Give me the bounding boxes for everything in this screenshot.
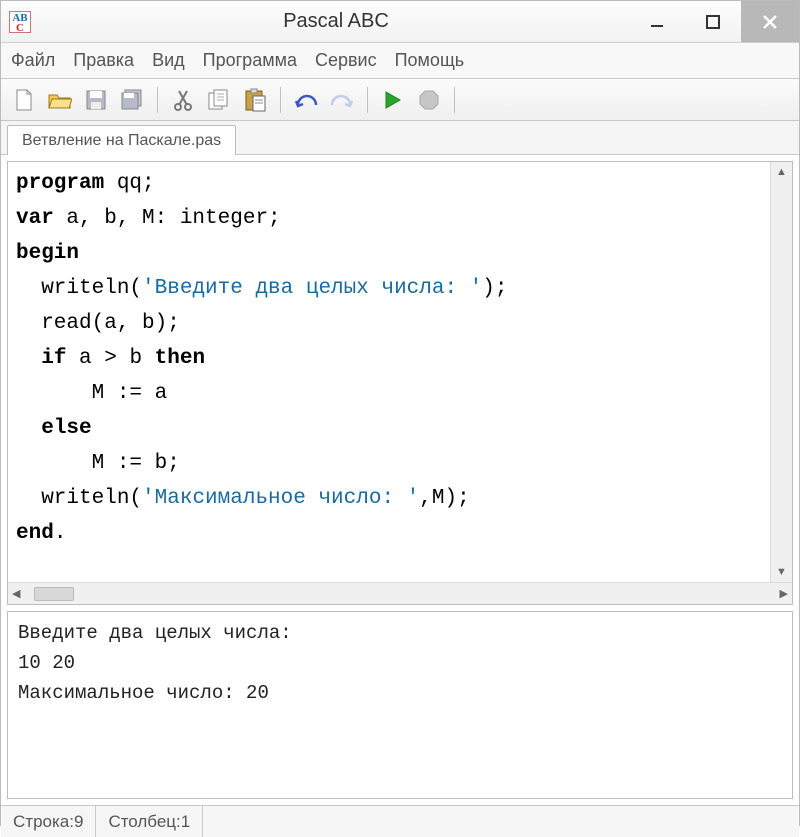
status-col: Столбец: 1 xyxy=(96,806,203,837)
titlebar: ABC Pascal ABC xyxy=(1,1,799,43)
code-token: qq; xyxy=(104,172,154,195)
stop-button[interactable] xyxy=(416,87,442,113)
menu-file[interactable]: Файл xyxy=(11,50,55,71)
menu-service[interactable]: Сервис xyxy=(315,50,377,71)
open-file-button[interactable] xyxy=(47,87,73,113)
code-token: a, b, M: integer; xyxy=(54,207,281,230)
tab-file-0[interactable]: Ветвление на Паскале.pas xyxy=(7,125,236,155)
status-col-value: 1 xyxy=(181,812,190,832)
menubar: Файл Правка Вид Программа Сервис Помощь xyxy=(1,43,799,79)
separator xyxy=(280,87,281,113)
code-token: M := b; xyxy=(16,452,180,475)
scroll-right-icon[interactable]: ▶ xyxy=(780,587,788,600)
code-token xyxy=(16,347,41,370)
output-line: Максимальное число: 20 xyxy=(18,682,269,704)
code-token: read(a, b); xyxy=(16,312,180,335)
cut-button[interactable] xyxy=(170,87,196,113)
code-token: M := a xyxy=(16,382,167,405)
redo-button[interactable] xyxy=(329,87,355,113)
menu-help[interactable]: Помощь xyxy=(395,50,465,71)
code-token: a > b xyxy=(66,347,154,370)
status-bar: Строка: 9 Столбец: 1 xyxy=(1,805,799,837)
code-token: ,M); xyxy=(419,487,469,510)
editor-pane: program qq; var a, b, M: integer; begin … xyxy=(7,161,793,605)
code-token: program xyxy=(16,172,104,195)
undo-button[interactable] xyxy=(293,87,319,113)
scroll-down-icon[interactable]: ▼ xyxy=(771,562,792,582)
separator xyxy=(157,87,158,113)
separator xyxy=(454,87,455,113)
paste-button[interactable] xyxy=(242,87,268,113)
status-row: Строка: 9 xyxy=(1,806,96,837)
separator xyxy=(367,87,368,113)
run-button[interactable] xyxy=(380,87,406,113)
code-token: var xyxy=(16,207,54,230)
horizontal-scrollbar[interactable]: ◀ ▶ xyxy=(8,582,792,604)
minimize-button[interactable] xyxy=(629,1,685,42)
code-token xyxy=(16,417,41,440)
copy-button[interactable] xyxy=(206,87,232,113)
code-token: else xyxy=(41,417,91,440)
vertical-scrollbar[interactable]: ▲ ▼ xyxy=(770,162,792,582)
code-string: 'Максимальное число: ' xyxy=(142,487,419,510)
maximize-button[interactable] xyxy=(685,1,741,42)
output-line: Введите два целых числа: xyxy=(18,622,292,644)
code-token: writeln( xyxy=(16,277,142,300)
window-buttons xyxy=(629,1,799,42)
menu-program[interactable]: Программа xyxy=(203,50,297,71)
status-col-label: Столбец: xyxy=(108,812,180,832)
window-title: Pascal ABC xyxy=(43,10,629,33)
code-token: begin xyxy=(16,242,79,265)
scroll-up-icon[interactable]: ▲ xyxy=(771,162,792,182)
code-token: ); xyxy=(482,277,507,300)
menu-view[interactable]: Вид xyxy=(152,50,185,71)
code-string: 'Введите два целых числа: ' xyxy=(142,277,482,300)
output-line: 10 20 xyxy=(18,652,75,674)
app-icon: ABC xyxy=(9,11,31,33)
scroll-left-icon[interactable]: ◀ xyxy=(12,587,20,600)
menu-edit[interactable]: Правка xyxy=(73,50,134,71)
code-token: . xyxy=(54,522,67,545)
code-token: writeln( xyxy=(16,487,142,510)
close-button[interactable] xyxy=(741,1,799,42)
tab-bar: Ветвление на Паскале.pas xyxy=(1,121,799,155)
code-token: end xyxy=(16,522,54,545)
save-all-button[interactable] xyxy=(119,87,145,113)
output-pane: Введите два целых числа: 10 20 Максималь… xyxy=(7,611,793,799)
save-button[interactable] xyxy=(83,87,109,113)
scroll-thumb[interactable] xyxy=(34,587,74,601)
status-row-value: 9 xyxy=(74,812,83,832)
new-file-button[interactable] xyxy=(11,87,37,113)
toolbar xyxy=(1,79,799,121)
code-token: if xyxy=(41,347,66,370)
status-row-label: Строка: xyxy=(13,812,74,832)
code-editor[interactable]: program qq; var a, b, M: integer; begin … xyxy=(8,162,770,582)
output-text[interactable]: Введите два целых числа: 10 20 Максималь… xyxy=(8,612,792,714)
code-token: then xyxy=(155,347,205,370)
